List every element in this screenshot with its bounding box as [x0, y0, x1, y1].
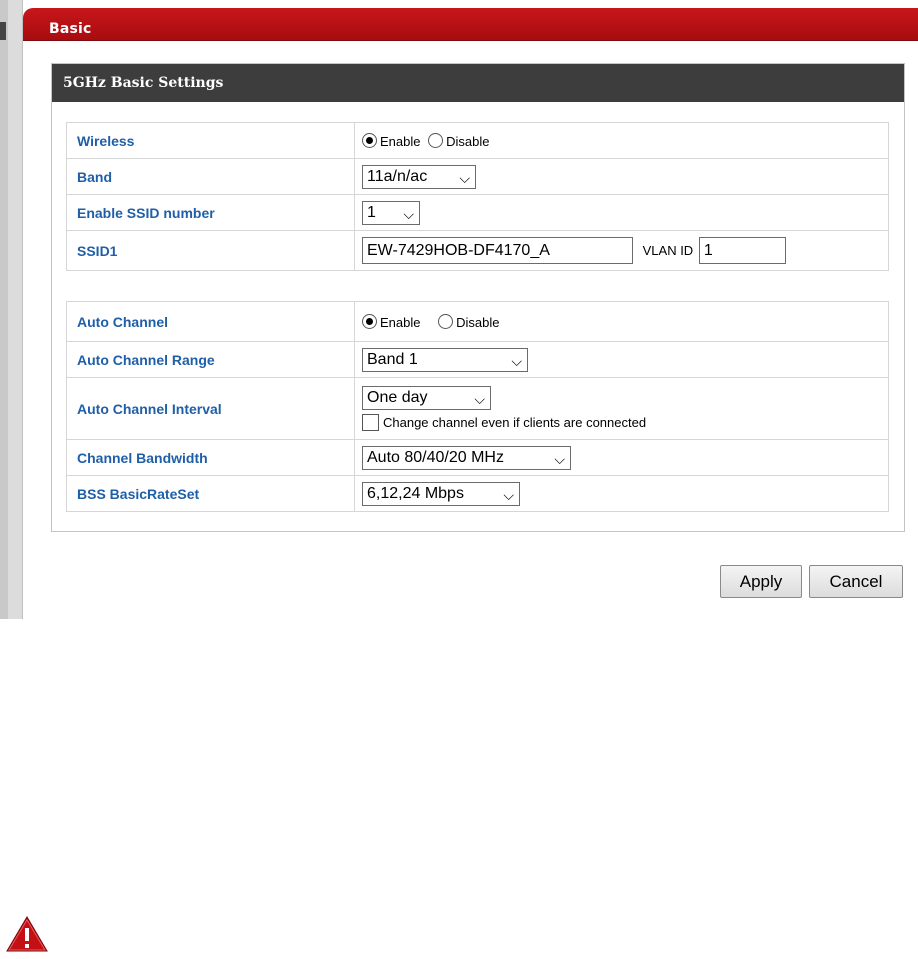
vlan-id-label: VLAN ID [642, 243, 694, 258]
chevron-down-icon: ⌵ [403, 205, 414, 222]
auto-channel-disable-label: Disable [456, 314, 500, 330]
auto-channel-enable-label: Enable [380, 314, 421, 330]
auto-channel-range-select[interactable]: Band 1 ⌵ [362, 347, 528, 372]
chevron-down-icon: ⌵ [503, 486, 514, 503]
bss-basic-rate-set-value: 6,12,24 Mbps ⌵ [354, 475, 889, 512]
channel-bandwidth-value: Auto 80/40/20 MHz ⌵ [354, 439, 889, 476]
wireless-label: Wireless [66, 122, 355, 159]
panel-title-bar: Basic [23, 8, 918, 41]
wireless-enable-radio[interactable] [362, 132, 377, 148]
auto-channel-label: Auto Channel [66, 301, 355, 342]
auto-channel-enable-radio[interactable] [362, 313, 377, 329]
5ghz-basic-settings-section: 5GHz Basic Settings Wireless Enable Disa… [51, 63, 905, 532]
auto-channel-value: Enable Disable [354, 301, 889, 342]
band-select-value: 11a/n/ac [367, 167, 428, 185]
row-channel-bandwidth: Channel Bandwidth Auto 80/40/20 MHz ⌵ [66, 439, 889, 476]
auto-channel-interval-label: Auto Channel Interval [66, 377, 355, 440]
ssid-number-label: Enable SSID number [66, 194, 355, 231]
ssid1-value: EW-7429HOB-DF4170_A VLAN ID 1 [354, 230, 889, 271]
vlan-id-input[interactable]: 1 [698, 237, 786, 264]
row-auto-channel-interval: Auto Channel Interval One day ⌵ Change c… [66, 377, 889, 440]
auto-channel-range-label: Auto Channel Range [66, 341, 355, 378]
row-band: Band 11a/n/ac ⌵ [66, 158, 889, 195]
auto-channel-interval-value: One day ⌵ Change channel even if clients… [354, 377, 889, 440]
bss-basic-rate-set-select-value: 6,12,24 Mbps [367, 484, 464, 502]
row-wireless: Wireless Enable Disable [66, 122, 889, 159]
cancel-button[interactable]: Cancel [809, 565, 903, 598]
wireless-disable-label: Disable [446, 133, 490, 149]
bss-basic-rate-set-select[interactable]: 6,12,24 Mbps ⌵ [362, 481, 520, 506]
ssid-number-value: 1 ⌵ [354, 194, 889, 231]
ssid-number-select[interactable]: 1 ⌵ [362, 200, 420, 225]
ssid1-input[interactable]: EW-7429HOB-DF4170_A [362, 237, 633, 264]
row-bss-basic-rate-set: BSS BasicRateSet 6,12,24 Mbps ⌵ [66, 475, 889, 512]
page-title: Basic [49, 21, 92, 37]
chevron-down-icon: ⌵ [474, 390, 485, 407]
auto-channel-range-value: Band 1 ⌵ [354, 341, 889, 378]
change-channel-checkbox[interactable] [362, 414, 379, 432]
channel-bandwidth-select-value: Auto 80/40/20 MHz [367, 448, 504, 466]
warning-icon [6, 916, 48, 952]
panel-gutter [8, 0, 22, 619]
ssid1-label: SSID1 [66, 230, 355, 271]
band-value: 11a/n/ac ⌵ [354, 158, 889, 195]
auto-channel-interval-select-value: One day [367, 388, 428, 406]
auto-channel-interval-select[interactable]: One day ⌵ [362, 385, 491, 410]
edge-notch [0, 22, 6, 40]
settings-table-2: Auto Channel Enable Disable Auto Channel… [66, 301, 889, 512]
chevron-down-icon: ⌵ [511, 352, 522, 369]
channel-bandwidth-select[interactable]: Auto 80/40/20 MHz ⌵ [362, 445, 571, 470]
settings-table-1: Wireless Enable Disable Band 11a/n/ac ⌵ … [66, 122, 889, 271]
bss-basic-rate-set-label: BSS BasicRateSet [66, 475, 355, 512]
apply-button[interactable]: Apply [720, 565, 802, 598]
wireless-value: Enable Disable [354, 122, 889, 159]
row-auto-channel-range: Auto Channel Range Band 1 ⌵ [66, 341, 889, 378]
section-title: 5GHz Basic Settings [63, 75, 224, 91]
wireless-enable-label: Enable [380, 133, 421, 149]
change-channel-checkbox-label: Change channel even if clients are conne… [383, 415, 647, 431]
chevron-down-icon: ⌵ [459, 169, 470, 186]
ssid-number-select-value: 1 [367, 203, 376, 221]
band-select[interactable]: 11a/n/ac ⌵ [362, 164, 476, 189]
chevron-down-icon: ⌵ [554, 450, 565, 467]
row-auto-channel: Auto Channel Enable Disable [66, 301, 889, 342]
wireless-disable-radio[interactable] [428, 132, 444, 148]
row-ssid-number: Enable SSID number 1 ⌵ [66, 194, 889, 231]
auto-channel-disable-radio[interactable] [438, 313, 454, 329]
band-label: Band [66, 158, 355, 195]
section-header: 5GHz Basic Settings [52, 64, 904, 102]
row-ssid1: SSID1 EW-7429HOB-DF4170_A VLAN ID 1 [66, 230, 889, 271]
auto-channel-range-select-value: Band 1 [367, 350, 418, 368]
channel-bandwidth-label: Channel Bandwidth [66, 439, 355, 476]
